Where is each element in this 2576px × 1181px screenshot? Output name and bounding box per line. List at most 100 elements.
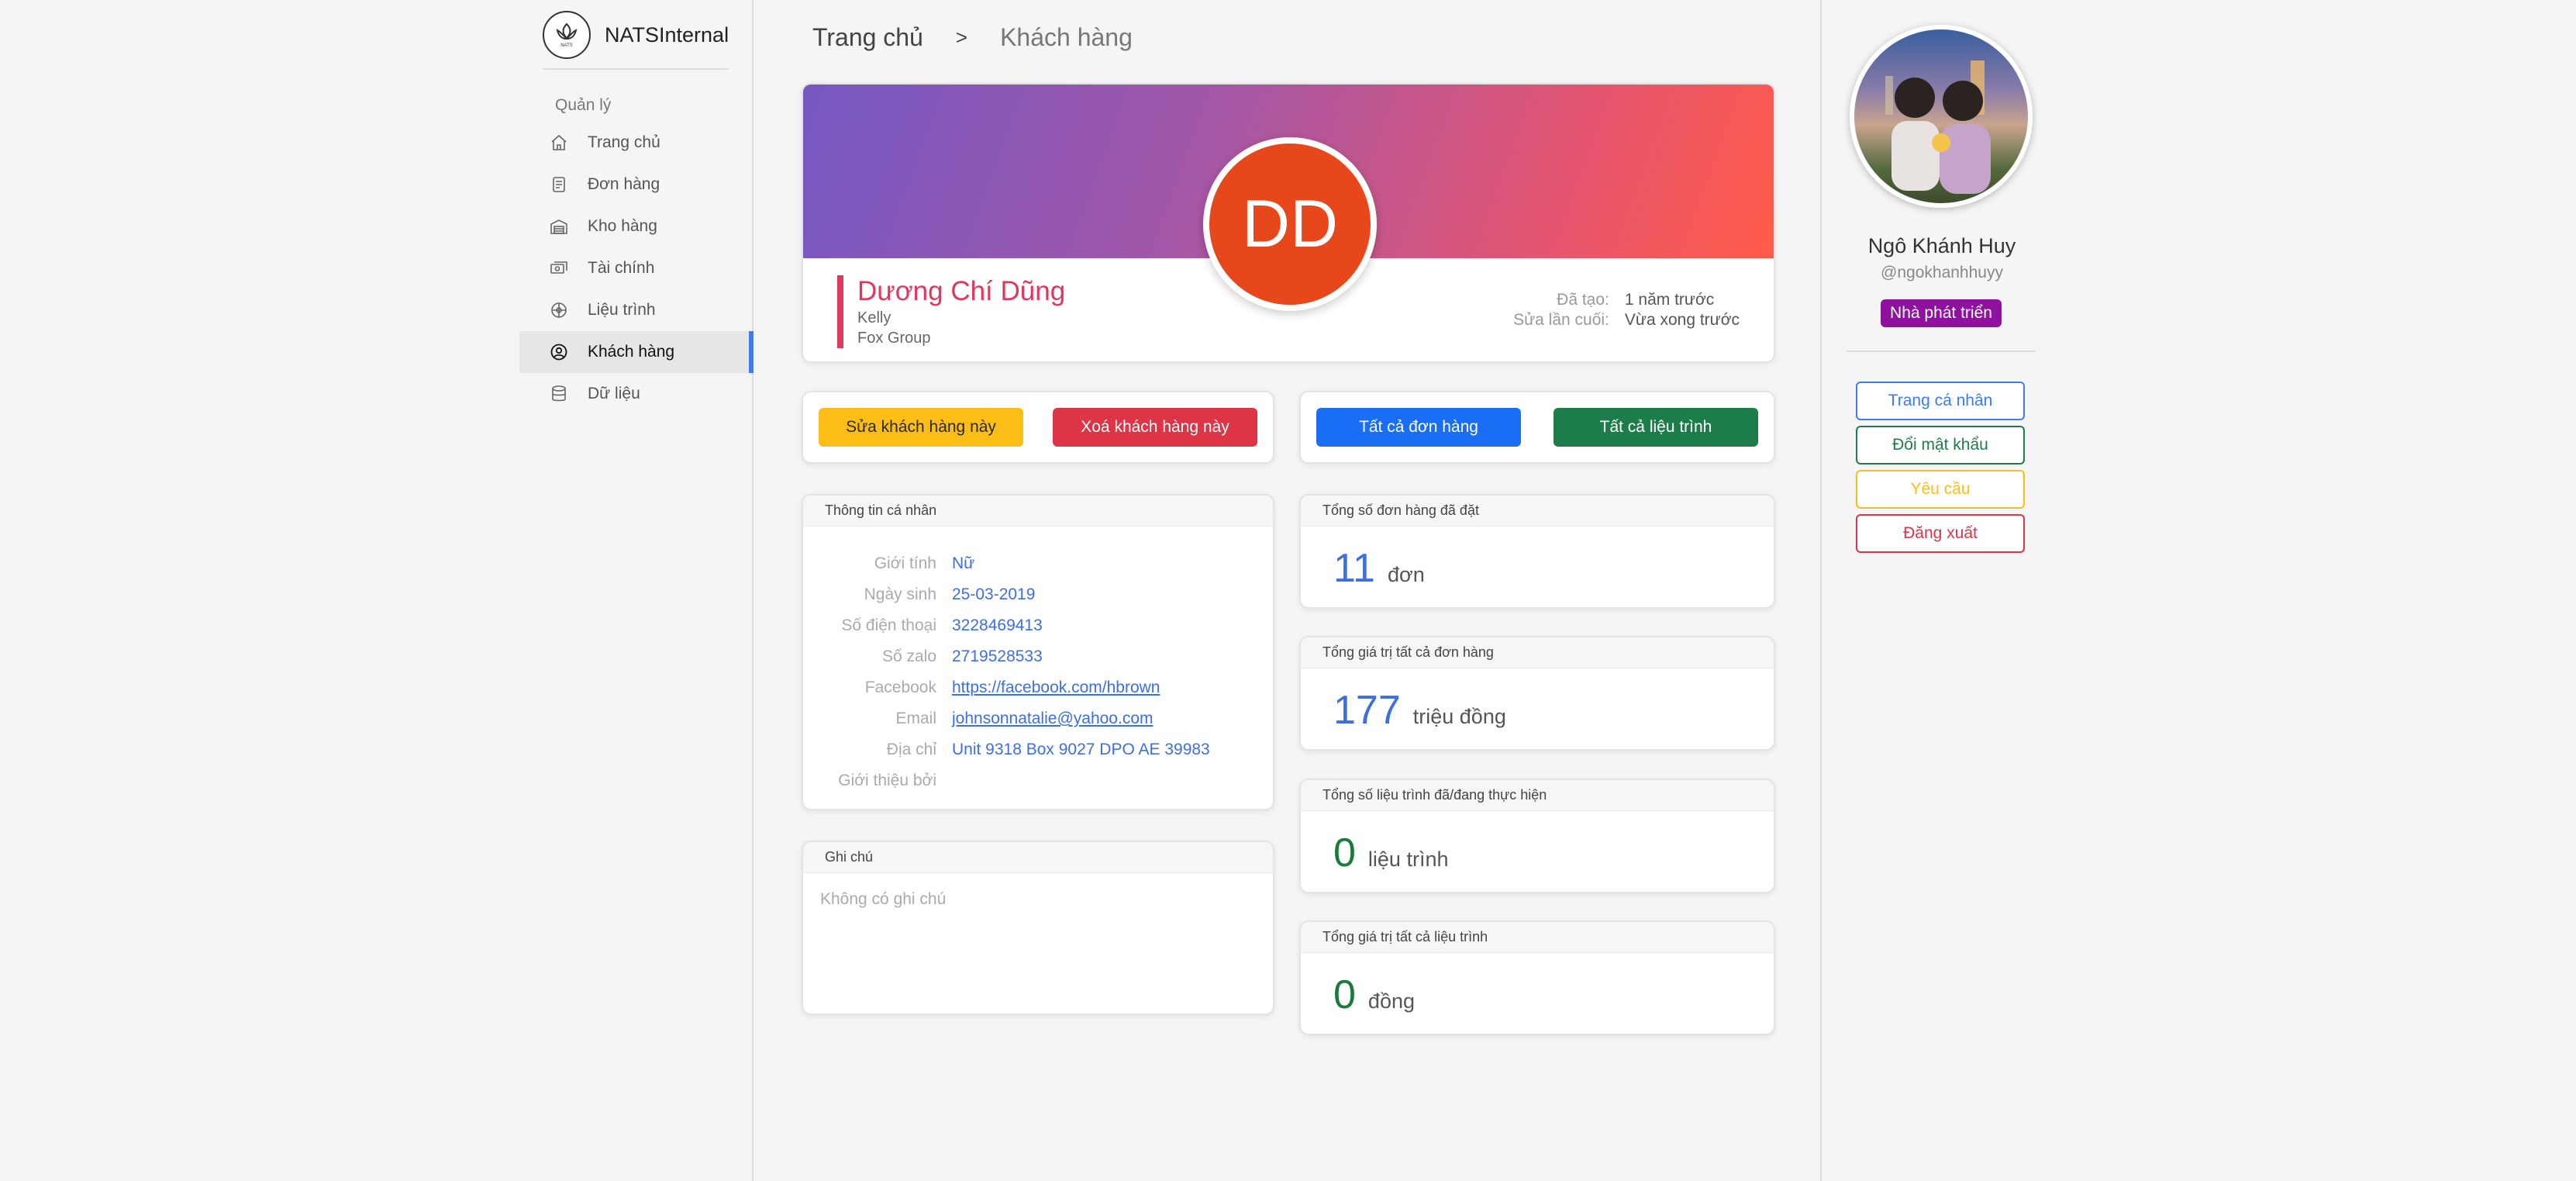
sidebar-item-label: Liệu trình xyxy=(588,301,656,319)
info-value: Nữ xyxy=(952,554,975,572)
info-value: Unit 9318 Box 9027 DPO AE 39983 xyxy=(952,741,1210,758)
sidebar-item-data[interactable]: Dữ liệu xyxy=(519,373,753,415)
edit-customer-button[interactable]: Sửa khách hàng này xyxy=(819,408,1023,447)
sidebar-item-label: Dữ liệu xyxy=(588,385,640,402)
customer-meta: Đã tạo: 1 năm trước Sửa lần cuối: Vừa xo… xyxy=(1513,291,1740,330)
info-label: Email xyxy=(895,710,936,727)
stat-body: 177 triệu đồng xyxy=(1301,668,1774,734)
customer-icon xyxy=(549,342,569,362)
brand[interactable]: NATS NATSInternal xyxy=(543,11,729,59)
info-value: 2719528533 xyxy=(952,647,1043,665)
breadcrumb-home-link[interactable]: Trang chủ xyxy=(812,23,923,52)
breadcrumb-current: Khách hàng xyxy=(1000,23,1133,51)
created-value: 1 năm trước xyxy=(1624,291,1715,309)
customer-name-block: Dương Chí Dũng Kelly Fox Group xyxy=(837,275,1065,348)
stat-value: 0 xyxy=(1333,830,1356,875)
sidebar-item-label: Đơn hàng xyxy=(588,175,660,193)
home-icon xyxy=(549,133,569,153)
info-row-facebook: Facebook https://facebook.com/hbrown xyxy=(803,672,1273,703)
sidebar-item-finance[interactable]: Tài chính xyxy=(519,247,753,289)
sidebar-item-home[interactable]: Trang chủ xyxy=(519,122,753,164)
stat-value: 11 xyxy=(1333,546,1375,591)
info-label: Giới thiệu bởi xyxy=(838,772,936,789)
updated-value: Vừa xong trước xyxy=(1624,311,1740,329)
stat-unit: đơn xyxy=(1387,563,1425,586)
created-label: Đã tạo: xyxy=(1557,291,1609,309)
brand-name: NATSInternal xyxy=(605,22,729,47)
info-row-gender: Giới tính Nữ xyxy=(803,548,1273,579)
requests-button[interactable]: Yêu cầu xyxy=(1856,470,2025,509)
info-row-referrer: Giới thiệu bởi xyxy=(803,765,1273,796)
change-password-button[interactable]: Đổi mật khẩu xyxy=(1856,426,2025,464)
sidebar-item-label: Kho hàng xyxy=(588,217,657,235)
info-row-zalo: Số zalo 2719528533 xyxy=(803,641,1273,672)
email-link[interactable]: johnsonnatalie@yahoo.com xyxy=(952,710,1154,728)
personal-info-list: Giới tính Nữ Ngày sinh 25-03-2019 Số điệ… xyxy=(803,527,1273,796)
stat-value: 0 xyxy=(1333,972,1356,1017)
stat-card-order-count: Tổng số đơn hàng đã đặt 11 đơn xyxy=(1299,494,1775,609)
divider xyxy=(1847,351,2036,352)
stat-body: 11 đơn xyxy=(1301,527,1774,592)
sidebar-item-orders[interactable]: Đơn hàng xyxy=(519,164,753,205)
profile-button[interactable]: Trang cá nhân xyxy=(1856,382,2025,420)
sidebar-nav: Trang chủ Đơn hàng Kho hàng Tài chính Li… xyxy=(519,122,753,415)
stat-card-treatment-count: Tổng số liệu trình đã/đang thực hiện 0 l… xyxy=(1299,779,1775,893)
info-row-phone: Số điện thoại 3228469413 xyxy=(803,610,1273,641)
info-value: 3228469413 xyxy=(952,616,1043,634)
user-name: Ngô Khánh Huy xyxy=(1867,234,2016,257)
breadcrumb: Trang chủ > Khách hàng xyxy=(812,23,1133,52)
customer-avatar: DD xyxy=(1203,137,1377,311)
info-label: Số điện thoại xyxy=(841,616,936,634)
stat-value: 177 xyxy=(1333,688,1401,733)
info-row-email: Email johnsonnatalie@yahoo.com xyxy=(803,703,1273,734)
stat-unit: đồng xyxy=(1367,989,1415,1013)
finance-icon xyxy=(549,258,569,278)
info-label: Giới tính xyxy=(874,554,936,572)
info-value: 25-03-2019 xyxy=(952,585,1036,603)
stat-unit: liệu trình xyxy=(1367,848,1449,871)
user-panel: Ngô Khánh Huy @ngokhanhhuyy Nhà phát tri… xyxy=(1820,0,2576,1181)
delete-customer-button[interactable]: Xoá khách hàng này xyxy=(1053,408,1257,447)
sidebar: NATS NATSInternal Quản lý Trang chủ Đơn … xyxy=(519,0,753,1181)
order-icon xyxy=(549,174,569,195)
card-title: Tổng giá trị tất cả đơn hàng xyxy=(1301,637,1774,668)
warehouse-icon xyxy=(549,216,569,237)
breadcrumb-separator: > xyxy=(955,26,968,49)
info-label: Địa chỉ xyxy=(886,741,936,758)
card-title: Thông tin cá nhân xyxy=(803,496,1273,527)
info-label: Facebook xyxy=(864,679,936,696)
logout-button[interactable]: Đăng xuất xyxy=(1856,514,2025,553)
sidebar-item-treatments[interactable]: Liệu trình xyxy=(519,289,753,331)
info-row-birthday: Ngày sinh 25-03-2019 xyxy=(803,579,1273,610)
sidebar-item-label: Khách hàng xyxy=(588,343,675,361)
sidebar-item-warehouse[interactable]: Kho hàng xyxy=(519,205,753,247)
card-title: Ghi chú xyxy=(803,842,1273,873)
facebook-link[interactable]: https://facebook.com/hbrown xyxy=(952,679,1160,697)
sidebar-item-customers[interactable]: Khách hàng xyxy=(519,331,753,373)
card-title: Tổng số đơn hàng đã đặt xyxy=(1301,496,1774,527)
treatment-icon xyxy=(549,300,569,320)
user-handle: @ngokhanhhuyy xyxy=(1881,264,2003,281)
user-avatar[interactable] xyxy=(1850,25,2033,208)
stat-unit: triệu đồng xyxy=(1412,705,1506,728)
note-card: Ghi chú Không có ghi chú xyxy=(802,841,1274,1015)
role-badge: Nhà phát triển xyxy=(1881,299,2002,327)
all-treatments-button[interactable]: Tất cả liệu trình xyxy=(1554,408,1758,447)
card-title: Tổng số liệu trình đã/đang thực hiện xyxy=(1301,780,1774,811)
stat-body: 0 đồng xyxy=(1301,953,1774,1018)
sidebar-item-label: Tài chính xyxy=(588,259,655,277)
info-label: Ngày sinh xyxy=(864,585,936,603)
stat-card-order-value: Tổng giá trị tất cả đơn hàng 177 triệu đ… xyxy=(1299,636,1775,751)
sidebar-item-label: Trang chủ xyxy=(588,133,660,151)
customer-name: Dương Chí Dũng xyxy=(857,276,1066,306)
customer-profile-card: DD Dương Chí Dũng Kelly Fox Group Đã tạo… xyxy=(802,83,1775,363)
nav-section-title: Quản lý xyxy=(555,96,612,114)
stat-body: 0 liệu trình xyxy=(1301,811,1774,876)
note-body: Không có ghi chú xyxy=(820,890,947,908)
customer-links-card: Tất cả đơn hàng Tất cả liệu trình xyxy=(1299,391,1775,464)
updated-label: Sửa lần cuối: xyxy=(1513,311,1609,329)
all-orders-button[interactable]: Tất cả đơn hàng xyxy=(1316,408,1521,447)
info-label: Số zalo xyxy=(881,647,936,665)
database-icon xyxy=(549,384,569,404)
card-title: Tổng giá trị tất cả liệu trình xyxy=(1301,922,1774,953)
